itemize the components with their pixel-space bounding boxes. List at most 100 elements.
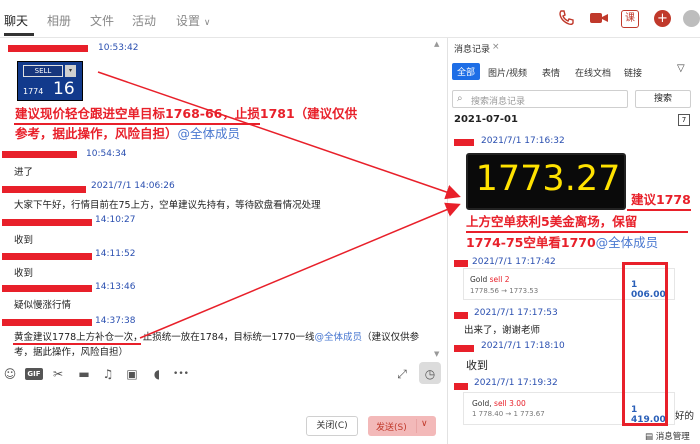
- tab-album[interactable]: 相册: [47, 12, 71, 29]
- price-value: 1773.27: [475, 159, 621, 199]
- emoji-icon[interactable]: ☺: [2, 366, 18, 382]
- message-time: 14:10:27: [95, 215, 136, 225]
- red-underline-annotation: [13, 343, 141, 345]
- message-manager-label: 消息管理: [655, 432, 690, 442]
- send-divider: [416, 419, 417, 433]
- trade-side: sell 3.00: [494, 399, 526, 408]
- tab-settings-label: 设置: [176, 14, 201, 28]
- panel-title: 消息记录: [454, 45, 491, 55]
- redacted-sender: [454, 260, 468, 267]
- red-underline-annotation: [466, 231, 688, 233]
- redacted-sender: [2, 151, 77, 158]
- chat-app: 聊天 相册 文件 活动 设置 ∨ 课 + ▲ ▼ 10:53:42 SELL ▾…: [0, 0, 700, 444]
- message-time: 14:11:52: [95, 249, 136, 259]
- search-placeholder: 搜索消息记录: [471, 97, 526, 107]
- trade-result-line3-wrap: 1774-75空单看1770@全体成员: [466, 233, 658, 253]
- trade-result-line2: 上方空单获利5美金离场，保留: [466, 214, 638, 229]
- history-search-input[interactable]: ⌕ 搜索消息记录: [452, 90, 628, 108]
- composer-toolbar: [0, 360, 442, 388]
- gif-icon[interactable]: GIF: [25, 368, 43, 380]
- sell-price-big: 16: [53, 79, 75, 99]
- sell-button-label: SELL: [23, 65, 63, 77]
- message-time: 2021/7/1 17:18:10: [481, 341, 565, 351]
- send-button[interactable]: 发送(S) ∨: [368, 416, 436, 436]
- chat-scrollbar[interactable]: ▲ ▼: [434, 40, 440, 360]
- calendar-icon[interactable]: 7: [678, 114, 690, 126]
- trade-symbol: Gold,: [472, 399, 492, 408]
- redacted-sender: [2, 285, 92, 292]
- filter-stickers[interactable]: 表情: [542, 66, 560, 79]
- advice-line-2-wrap: 参考，据此操作，风险自担）@全体成员: [15, 124, 357, 144]
- message-time: 10:53:42: [98, 43, 139, 53]
- tab-chat[interactable]: 聊天: [4, 12, 28, 29]
- price-screenshot: 1773.27: [466, 153, 626, 210]
- close-icon[interactable]: ×: [492, 42, 500, 52]
- advice-line-1: 建议现价轻仓跟进空单目标1768-66，止损1781（建议仅供: [15, 106, 358, 121]
- chevron-down-icon: ∨: [203, 18, 211, 28]
- tab-activity[interactable]: 活动: [132, 12, 156, 29]
- mention-all[interactable]: @全体成员: [315, 332, 363, 343]
- dropdown-icon: ▾: [65, 65, 76, 77]
- scissors-icon[interactable]: ✂: [50, 366, 66, 382]
- music-icon[interactable]: ♫: [100, 366, 116, 382]
- scroll-up-icon[interactable]: ▲: [434, 40, 439, 48]
- message-time: 2021/7/1 17:16:32: [481, 136, 565, 146]
- message-text: 大家下午好，行情目前在75上方，空单建议先持有，等待欧盘看情况处理: [14, 200, 321, 211]
- filter-icon[interactable]: ▽: [677, 63, 691, 77]
- trade-symbol-wrap: Gold, sell 3.00: [472, 399, 526, 408]
- redacted-sender: [454, 312, 468, 319]
- message-text: 收到: [14, 268, 34, 279]
- search-button[interactable]: 搜索: [635, 90, 691, 108]
- mic-icon[interactable]: ◖: [149, 366, 165, 382]
- expand-icon[interactable]: ⤢: [394, 366, 410, 382]
- message-time: 2021/7/1 17:17:53: [474, 308, 558, 318]
- sell-widget-image: SELL ▾ 1774 16: [17, 61, 83, 101]
- filter-links[interactable]: 链接: [624, 66, 642, 79]
- trade-result-line3: 1774-75空单看1770: [466, 235, 596, 250]
- message-time: 10:54:34: [86, 149, 127, 159]
- add-icon[interactable]: +: [654, 10, 671, 27]
- video-icon[interactable]: [589, 9, 609, 29]
- message-text: 收到: [466, 359, 488, 372]
- image-icon[interactable]: ▣: [124, 366, 140, 382]
- more-icon[interactable]: •••: [173, 366, 189, 382]
- message-text: 进了: [14, 167, 34, 178]
- avatar[interactable]: [683, 10, 700, 27]
- redacted-sender: [2, 319, 92, 326]
- redacted-sender: [454, 345, 474, 352]
- profit-highlight-box: [622, 262, 668, 426]
- message-text: 出来了，谢谢老师: [464, 325, 541, 336]
- close-button[interactable]: 关闭(C): [306, 416, 358, 436]
- top-nav: 聊天 相册 文件 活动 设置 ∨ 课 +: [0, 0, 700, 38]
- trade-range: 1 778.40 → 1 773.67: [472, 410, 545, 418]
- redacted-sender: [454, 383, 468, 390]
- sell-price-small: 1774: [23, 87, 44, 96]
- folder-icon[interactable]: ▬: [76, 366, 92, 382]
- filter-media[interactable]: 图片/视频: [488, 66, 527, 79]
- message-time: 2021/7/1 14:06:26: [91, 181, 175, 191]
- tab-files[interactable]: 文件: [90, 12, 114, 29]
- trade-side: sell 2: [489, 275, 510, 284]
- phone-icon[interactable]: [556, 9, 576, 29]
- redacted-sender: [2, 219, 92, 226]
- message-text: 黄金建议1778上方补仓一次，止损统一放在1784，目标统一1770一线@全体成…: [14, 330, 439, 360]
- date-header: 2021-07-01: [454, 114, 518, 125]
- message-text: 疑似慢涨行情: [14, 300, 72, 311]
- mention-all[interactable]: @全体成员: [178, 126, 241, 141]
- red-underline-annotation: [627, 209, 691, 211]
- mention-all[interactable]: @全体成员: [596, 235, 659, 250]
- tab-settings[interactable]: 设置 ∨: [176, 12, 210, 29]
- chevron-down-icon[interactable]: ∨: [421, 419, 428, 429]
- filter-all[interactable]: 全部: [452, 63, 481, 80]
- search-icon: ⌕: [457, 93, 463, 104]
- advice-line-2: 参考，据此操作，风险自担）: [15, 126, 178, 141]
- trade-symbol: Gold: [470, 275, 488, 284]
- red-underline-annotation: [14, 123, 260, 125]
- message-time: 14:37:38: [95, 316, 136, 326]
- filter-docs[interactable]: 在线文档: [575, 66, 611, 79]
- message-manager-link[interactable]: ▤ 消息管理: [645, 430, 690, 442]
- redacted-sender: [454, 139, 474, 146]
- lesson-icon[interactable]: 课: [621, 10, 639, 28]
- active-tab-indicator: [4, 33, 34, 36]
- history-icon[interactable]: ◷: [422, 366, 438, 382]
